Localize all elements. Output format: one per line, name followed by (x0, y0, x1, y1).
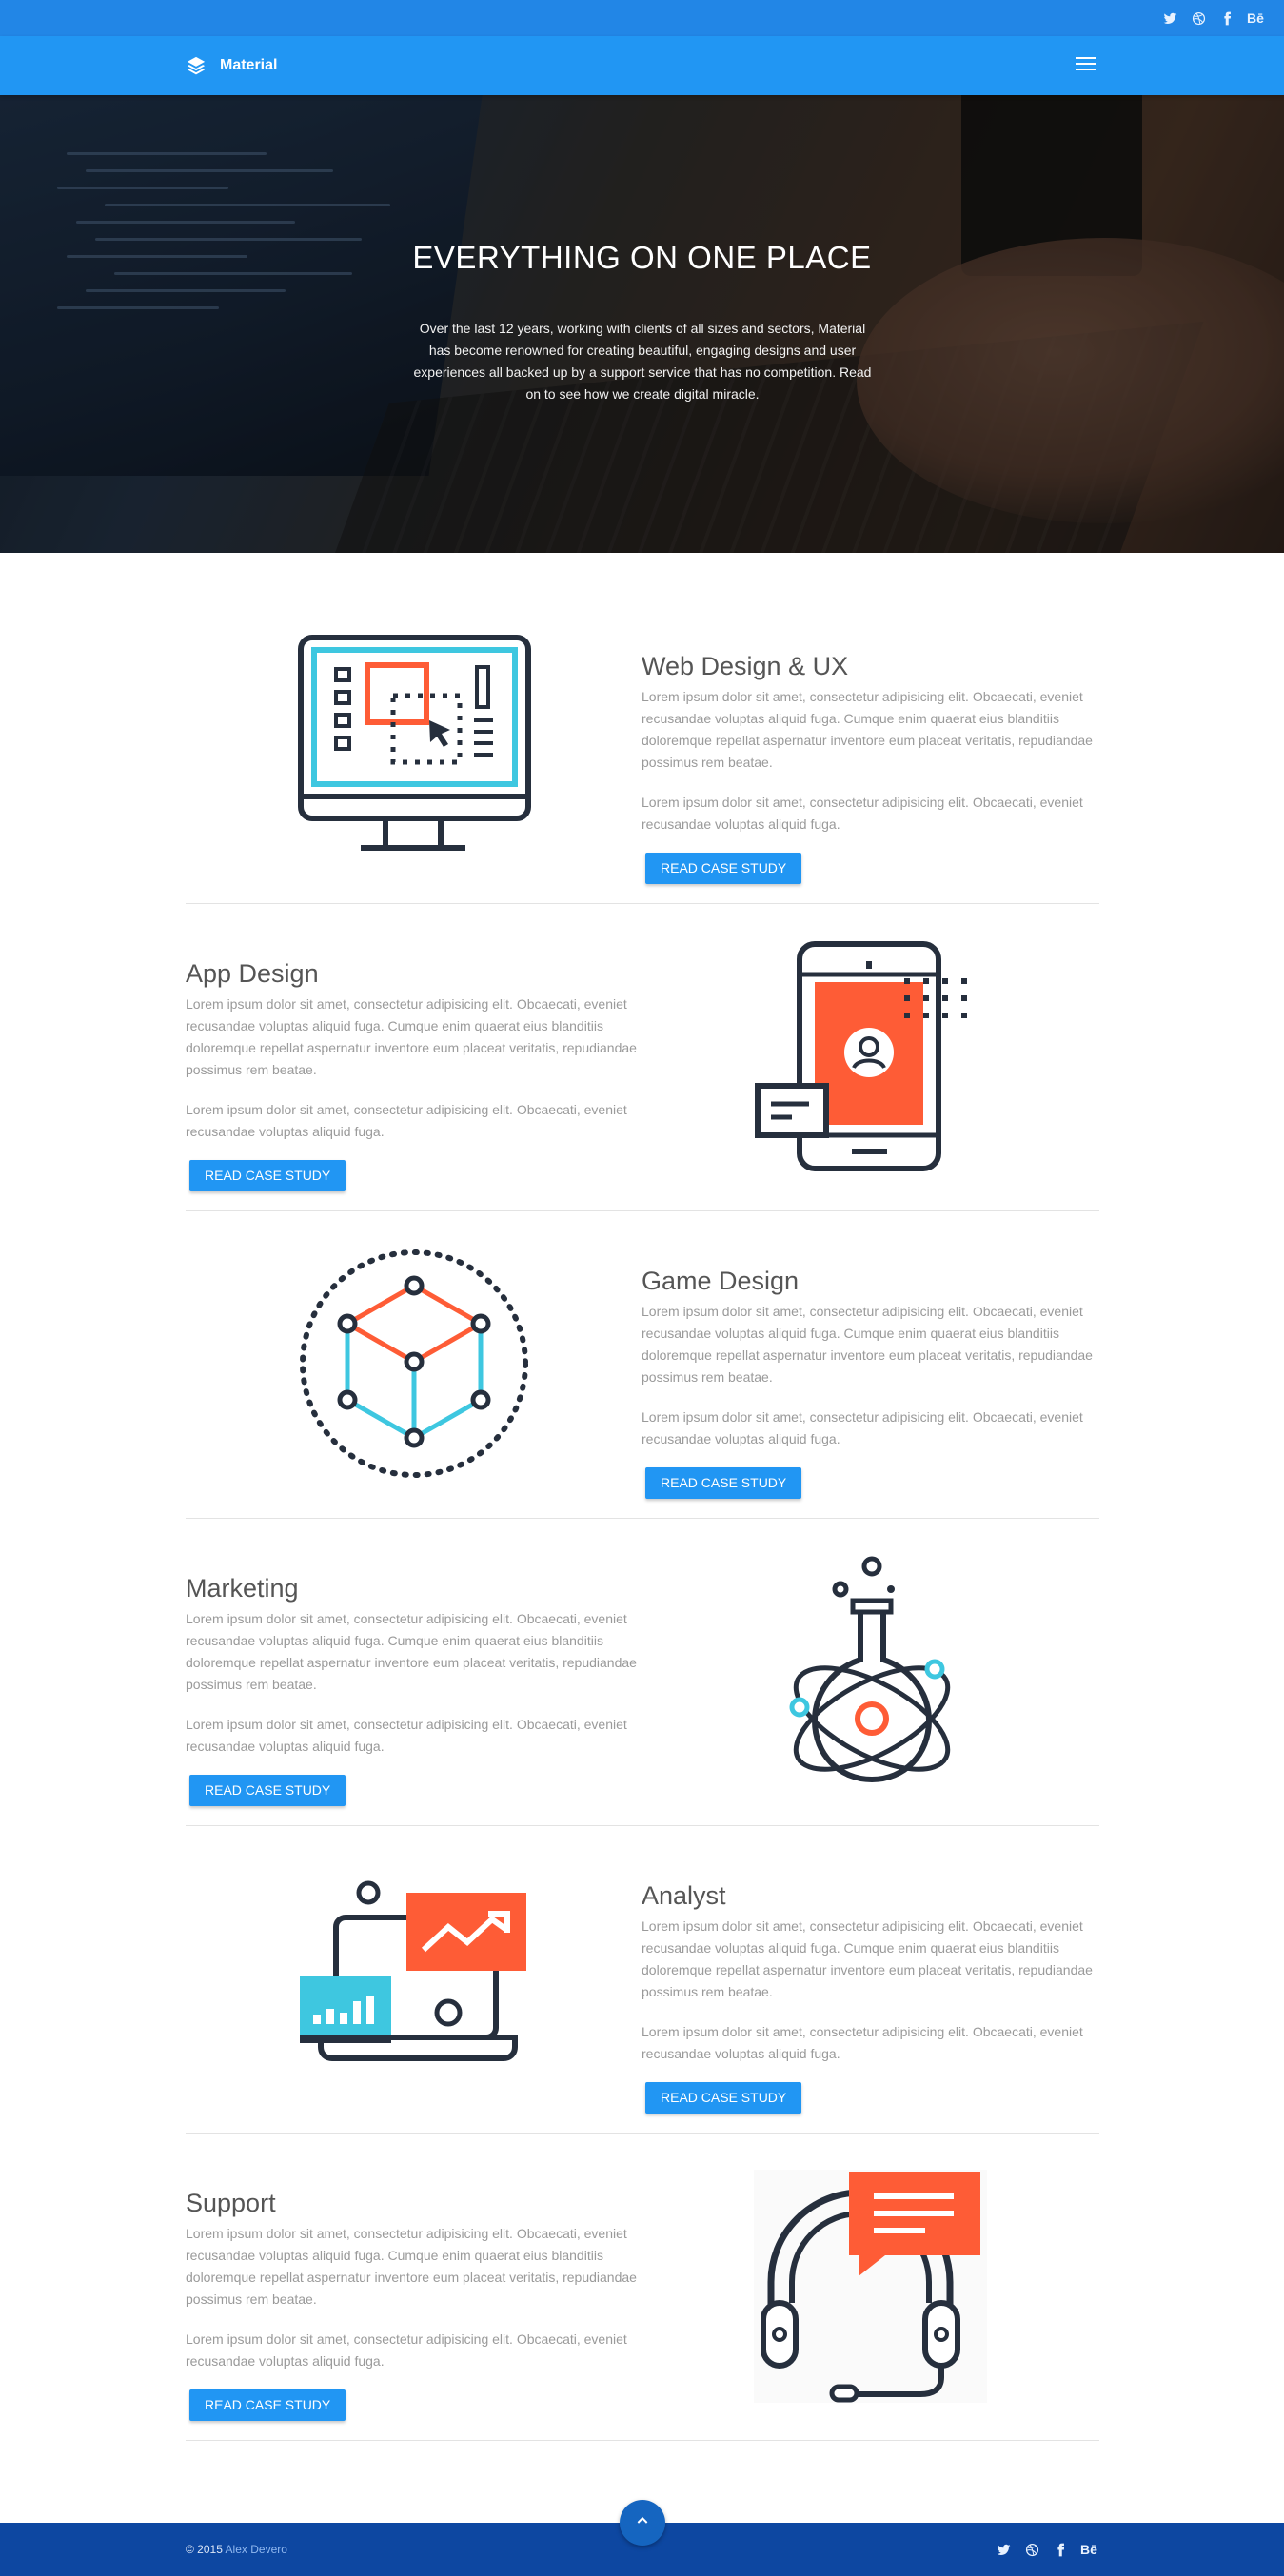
service-marketing: Marketing Lorem ipsum dolor sit amet, co… (186, 1519, 1099, 1826)
service-content: Analyst Lorem ipsum dolor sit amet, cons… (642, 1881, 1100, 2114)
cube-network-icon (298, 1248, 531, 1481)
behance-icon[interactable]: Bē (1080, 2542, 1097, 2557)
service-paragraph: Lorem ipsum dolor sit amet, consectetur … (642, 795, 1083, 832)
service-content: Marketing Lorem ipsum dolor sit amet, co… (186, 1574, 644, 1806)
service-content: Support Lorem ipsum dolor sit amet, cons… (186, 2189, 644, 2421)
service-web-design: Web Design & UX Lorem ipsum dolor sit am… (186, 597, 1099, 904)
hero-title: EVERYTHING ON ONE PLACE (412, 240, 872, 275)
hamburger-menu-icon[interactable] (1076, 57, 1096, 74)
service-paragraph: Lorem ipsum dolor sit amet, consectetur … (186, 1717, 627, 1754)
copyright-year: © 2015 (186, 2543, 223, 2556)
footer-social-links: Bē (996, 2523, 1097, 2576)
headset-support-icon (754, 2170, 987, 2403)
service-content: App Design Lorem ipsum dolor sit amet, c… (186, 959, 644, 1191)
read-case-study-button[interactable]: READ CASE STUDY (189, 1160, 346, 1191)
author-link[interactable]: Alex Devero (226, 2543, 287, 2556)
dribbble-icon[interactable] (1024, 2542, 1039, 2557)
facebook-icon[interactable] (1053, 2542, 1068, 2557)
science-flask-icon (754, 1555, 987, 1788)
service-paragraph: Lorem ipsum dolor sit amet, consectetur … (642, 1304, 1093, 1385)
read-case-study-button[interactable]: READ CASE STUDY (645, 853, 802, 884)
layers-icon (186, 55, 207, 76)
service-paragraph: Lorem ipsum dolor sit amet, consectetur … (186, 2226, 637, 2307)
monitor-design-icon (298, 633, 531, 866)
service-content: Game Design Lorem ipsum dolor sit amet, … (642, 1267, 1100, 1499)
hero-banner: EVERYTHING ON ONE PLACE Over the last 12… (0, 95, 1284, 553)
twitter-icon[interactable] (996, 2542, 1011, 2557)
service-title: App Design (186, 959, 319, 988)
service-paragraph: Lorem ipsum dolor sit amet, consectetur … (186, 1102, 627, 1139)
hero-description: Over the last 12 years, working with cli… (413, 321, 872, 402)
read-case-study-button[interactable]: READ CASE STUDY (189, 1775, 346, 1806)
service-paragraph: Lorem ipsum dolor sit amet, consectetur … (642, 1409, 1083, 1446)
back-to-top-button[interactable] (620, 2500, 665, 2546)
service-title: Web Design & UX (642, 652, 849, 680)
service-paragraph: Lorem ipsum dolor sit amet, consectetur … (642, 1918, 1093, 1999)
twitter-icon[interactable] (1162, 10, 1177, 26)
service-game-design: Game Design Lorem ipsum dolor sit amet, … (186, 1211, 1099, 1519)
dribbble-icon[interactable] (1191, 10, 1206, 26)
service-app-design: App Design Lorem ipsum dolor sit amet, c… (186, 904, 1099, 1211)
service-title: Analyst (642, 1881, 726, 1910)
read-case-study-button[interactable]: READ CASE STUDY (189, 2389, 346, 2421)
chevron-up-icon (635, 2513, 650, 2533)
top-social-bar: Bē (0, 0, 1284, 36)
behance-icon[interactable]: Bē (1247, 10, 1264, 26)
service-paragraph: Lorem ipsum dolor sit amet, consectetur … (642, 689, 1093, 770)
service-title: Support (186, 2189, 276, 2217)
social-links: Bē (1162, 0, 1264, 36)
smartphone-user-icon (754, 940, 987, 1173)
service-title: Game Design (642, 1267, 800, 1295)
brand-name: Material (220, 57, 278, 73)
service-paragraph: Lorem ipsum dolor sit amet, consectetur … (642, 2024, 1083, 2061)
read-case-study-button[interactable]: READ CASE STUDY (645, 2082, 802, 2114)
service-paragraph: Lorem ipsum dolor sit amet, consectetur … (186, 1611, 637, 1692)
service-content: Web Design & UX Lorem ipsum dolor sit am… (642, 652, 1100, 884)
copyright-text: © 2015 Alex Devero (186, 2523, 287, 2576)
service-title: Marketing (186, 1574, 299, 1603)
service-paragraph: Lorem ipsum dolor sit amet, consectetur … (186, 2331, 627, 2369)
service-support: Support Lorem ipsum dolor sit amet, cons… (186, 2134, 1099, 2441)
main-navbar: Material (0, 36, 1284, 95)
brand-logo[interactable]: Material (186, 36, 277, 95)
read-case-study-button[interactable]: READ CASE STUDY (645, 1467, 802, 1499)
facebook-icon[interactable] (1219, 10, 1235, 26)
service-analyst: Analyst Lorem ipsum dolor sit amet, cons… (186, 1826, 1099, 2134)
laptop-analytics-icon (298, 1862, 531, 2095)
service-paragraph: Lorem ipsum dolor sit amet, consectetur … (186, 996, 637, 1077)
